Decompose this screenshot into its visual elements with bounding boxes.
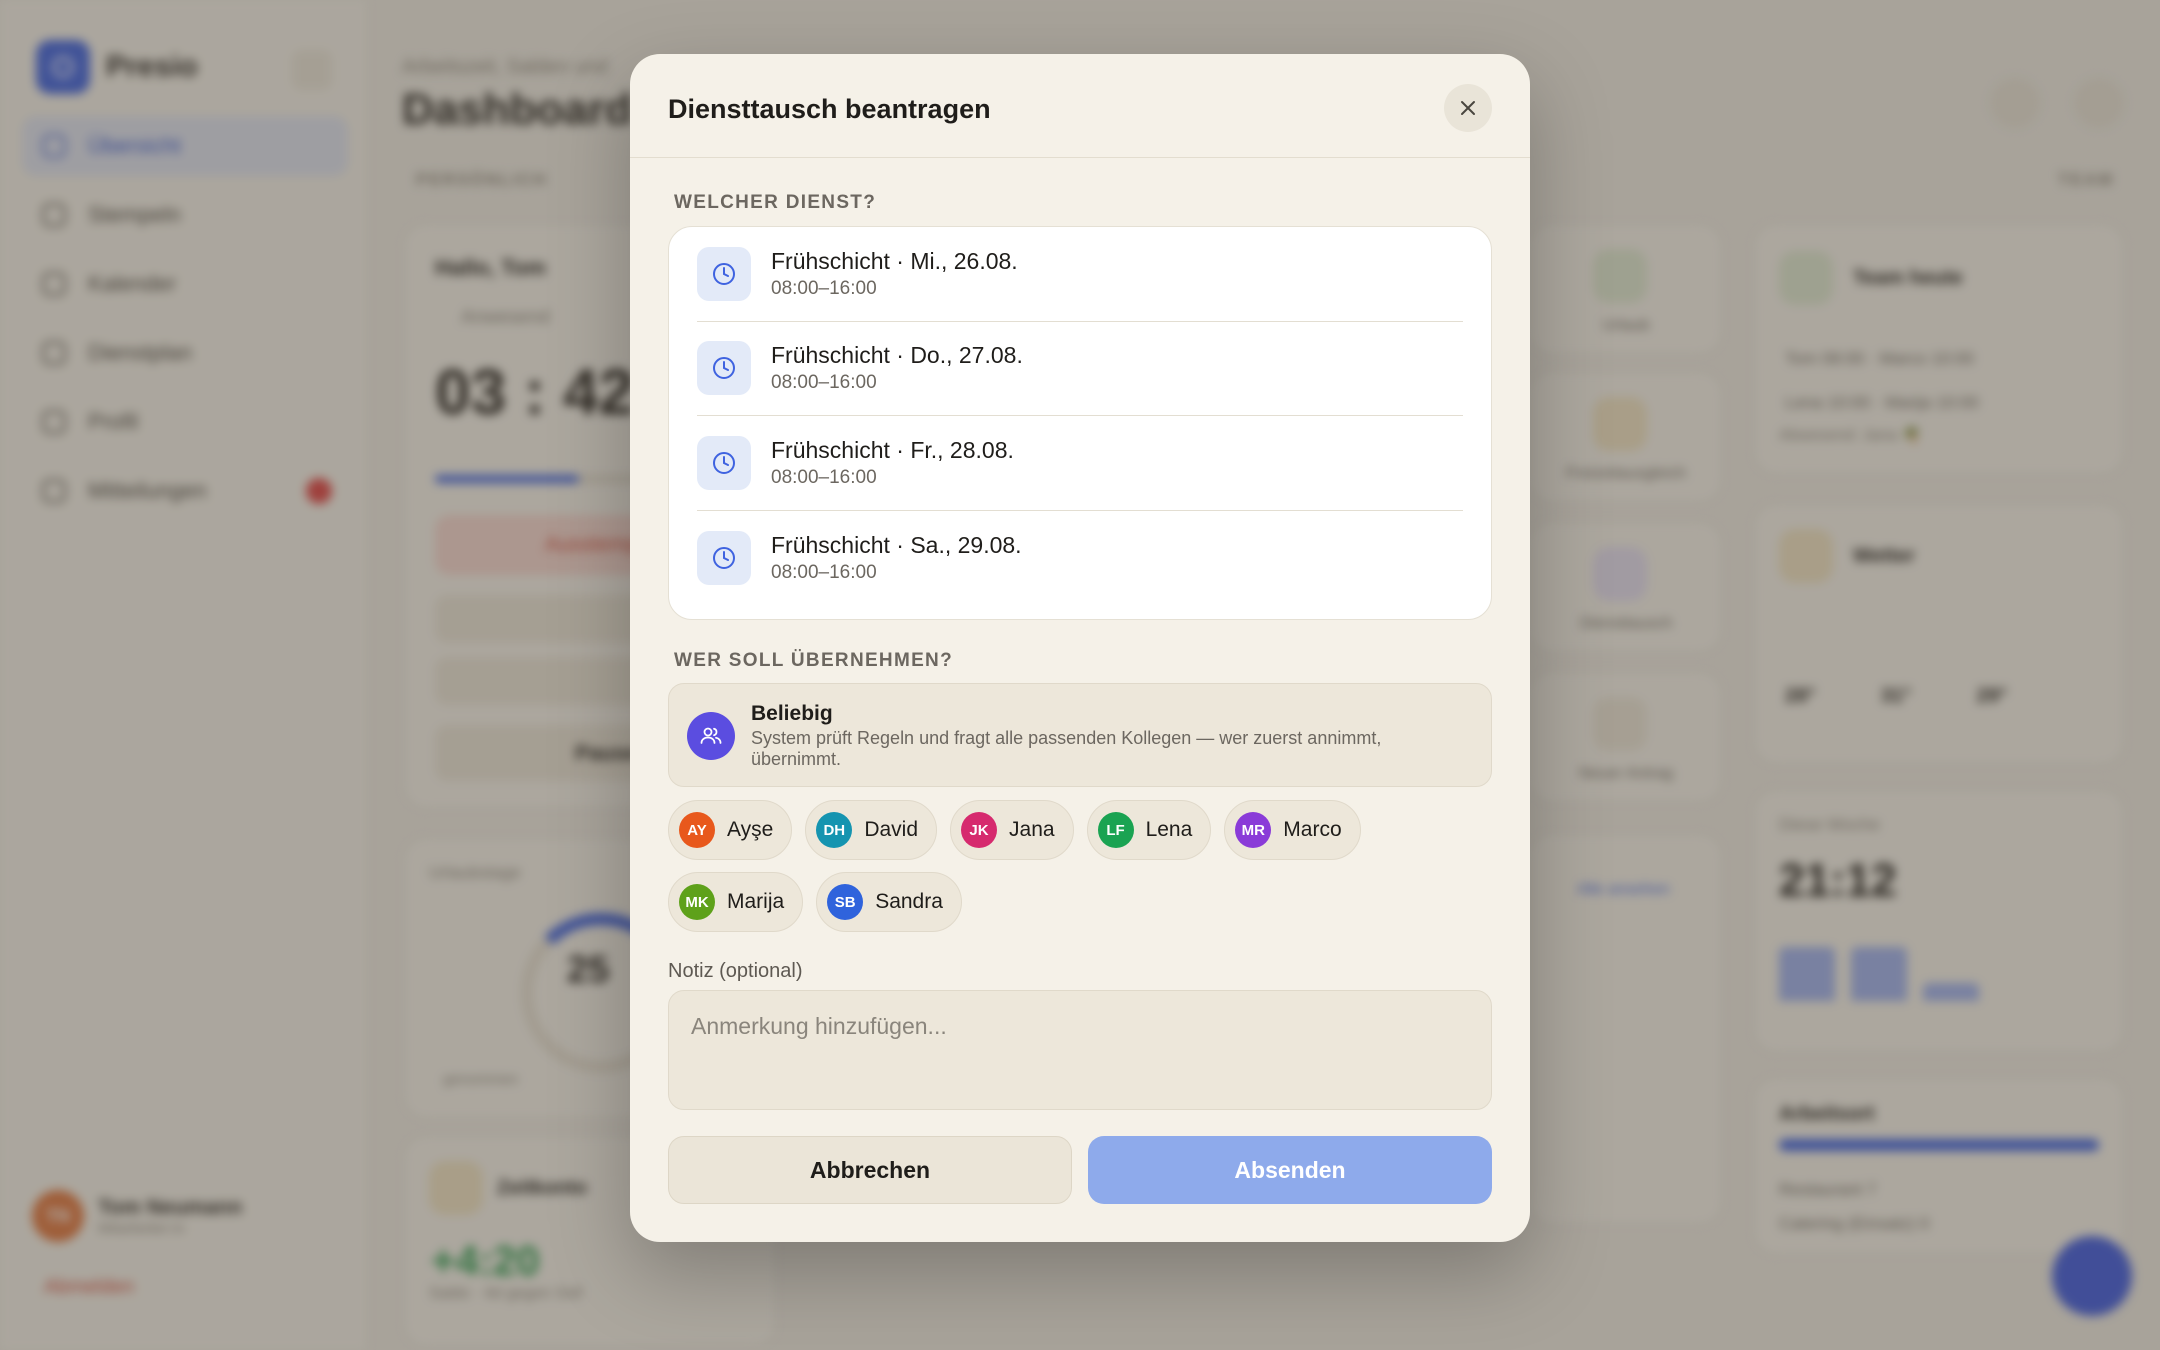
shift-time: 08:00–16:00: [771, 466, 877, 488]
avatar: MK: [679, 884, 715, 920]
avatar: SB: [827, 884, 864, 920]
close-icon: [1461, 101, 1475, 115]
shift-time: 08:00–16:00: [771, 277, 877, 299]
colleague-chips: AY Ayşe DH David JK Jana LF Lena MR Marco MK Marija…: [668, 800, 1492, 932]
avatar: MR: [1235, 812, 1272, 848]
shift-title: Frühschicht · Do., 27.08.: [771, 342, 1023, 369]
dialog-header: Diensttausch beantragen: [630, 54, 1530, 158]
avatar: LF: [1097, 812, 1134, 848]
note-field[interactable]: [668, 990, 1492, 1110]
colleague-name: Lena: [1145, 818, 1193, 841]
note-label: Notiz (optional): [668, 960, 803, 982]
section-who-takes-over: WER SOLL ÜBERNEHMEN?: [674, 650, 953, 671]
shift-time: 08:00–16:00: [771, 561, 877, 583]
dialog-title: Diensttausch beantragen: [668, 94, 991, 124]
colleague-chip[interactable]: AY Ayşe: [668, 800, 793, 860]
section-which-shift: WELCHER DIENST?: [674, 192, 877, 213]
shift-option[interactable]: Frühschicht · Do., 27.08. 08:00–16:00: [697, 322, 1463, 416]
colleague-name: Jana: [1009, 818, 1055, 841]
colleague-chip[interactable]: MR Marco: [1224, 800, 1361, 860]
shift-option[interactable]: Frühschicht · Mi., 26.08. 08:00–16:00: [697, 227, 1463, 322]
colleague-name: Marco: [1283, 818, 1342, 841]
clock-icon: [697, 435, 751, 490]
avatar: AY: [679, 812, 715, 848]
shift-title: Frühschicht · Fr., 28.08.: [771, 436, 1014, 463]
clock-icon: [697, 341, 751, 396]
colleague-chip[interactable]: LF Lena: [1086, 800, 1212, 860]
colleague-name: Ayşe: [727, 818, 774, 841]
close-button[interactable]: [1444, 84, 1492, 132]
colleague-chip[interactable]: MK Marija: [668, 872, 804, 932]
anyone-option[interactable]: Beliebig System prüft Regeln und fragt a…: [668, 683, 1492, 787]
users-icon: [687, 712, 735, 760]
anyone-description: System prüft Regeln und fragt alle passe…: [751, 728, 1382, 769]
clock-icon: [697, 246, 751, 301]
shift-title: Frühschicht · Sa., 29.08.: [771, 531, 1022, 558]
shift-option[interactable]: Frühschicht · Sa., 29.08. 08:00–16:00: [697, 511, 1463, 606]
colleague-name: Marija: [727, 890, 785, 913]
shift-list: Frühschicht · Mi., 26.08. 08:00–16:00 Frü…: [668, 226, 1492, 620]
shift-option[interactable]: Frühschicht · Fr., 28.08. 08:00–16:00: [697, 416, 1463, 511]
anyone-title: Beliebig: [751, 702, 833, 725]
shift-time: 08:00–16:00: [771, 372, 877, 394]
colleague-name: David: [864, 818, 919, 841]
shift-title: Frühschicht · Mi., 26.08.: [771, 247, 1018, 274]
clock-icon: [697, 530, 751, 585]
shift-swap-dialog: Diensttausch beantragen WELCHER DIENST? …: [630, 54, 1530, 1242]
colleague-chip[interactable]: SB Sandra: [816, 872, 962, 932]
avatar: JK: [961, 812, 998, 848]
colleague-chip[interactable]: DH David: [805, 800, 938, 860]
submit-button[interactable]: Absenden: [1088, 1136, 1492, 1204]
colleague-chip[interactable]: JK Jana: [950, 800, 1074, 860]
avatar: DH: [816, 812, 853, 848]
cancel-button[interactable]: Abbrechen: [668, 1136, 1072, 1204]
colleague-name: Sandra: [875, 890, 943, 913]
